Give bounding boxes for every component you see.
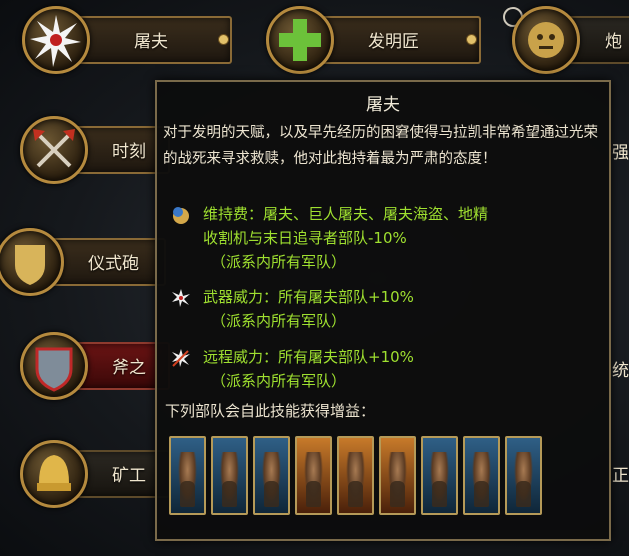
skill-butcher[interactable]: 屠夫 xyxy=(22,6,232,74)
effect-scope: （派系内所有军队） xyxy=(211,372,347,390)
effect-line: 维持费：屠夫、巨人屠夫、屠夫海盗、地精 xyxy=(203,205,489,223)
skill-label: 仪式砲 xyxy=(88,254,139,274)
unit-body xyxy=(348,481,363,507)
unit-body xyxy=(180,481,195,507)
skill-label: 炮 xyxy=(605,32,622,52)
crossed-axes-icon xyxy=(20,116,88,184)
effect-line: 武器威力：所有屠夫部队+10% xyxy=(203,288,414,306)
skill-miner[interactable]: 矿工 xyxy=(20,440,170,508)
skill-ritual[interactable]: 仪式砲 xyxy=(0,228,166,296)
partial-label: 强 xyxy=(612,143,629,163)
skill-inventor[interactable]: 发明匠 xyxy=(266,6,481,74)
unit-card[interactable] xyxy=(169,436,206,515)
unit-card[interactable] xyxy=(211,436,248,515)
skill-moment[interactable]: 时刻 xyxy=(20,116,170,184)
unit-card-list xyxy=(169,436,542,515)
ranged-strength-icon xyxy=(171,348,191,368)
effect-line: 收割机与末日追寻者部队-10% xyxy=(203,229,407,247)
unit-card[interactable] xyxy=(463,436,500,515)
unit-card[interactable] xyxy=(295,436,332,515)
unit-card[interactable] xyxy=(253,436,290,515)
skill-label: 时刻 xyxy=(112,142,146,162)
grey-shield-icon xyxy=(20,332,88,400)
skill-cannon[interactable]: 炮 xyxy=(512,6,629,74)
skill-label: 矿工 xyxy=(112,466,146,486)
green-cross-icon xyxy=(266,6,334,74)
gold-helmet-icon xyxy=(20,440,88,508)
tooltip-description: 对于发明的天赋，以及早先经历的困窘使得马拉凯非常希望通过光荣的战死来寻求救赎，他… xyxy=(163,125,598,167)
unit-body xyxy=(264,481,279,507)
unit-body xyxy=(516,481,531,507)
unit-body xyxy=(432,481,447,507)
coin-upkeep-icon xyxy=(171,205,191,225)
skill-point-dot xyxy=(218,34,229,45)
tooltip-title: 屠夫 xyxy=(366,95,400,115)
effect-line: 远程威力：所有屠夫部队+10% xyxy=(203,348,414,366)
skill-axe[interactable]: 斧之 xyxy=(20,332,170,400)
partial-label: 正 xyxy=(612,466,629,486)
unit-body xyxy=(222,481,237,507)
unit-card[interactable] xyxy=(337,436,374,515)
effect-scope: （派系内所有军队） xyxy=(211,312,347,330)
skill-label: 斧之 xyxy=(112,358,146,378)
butcher-star-icon xyxy=(22,6,90,74)
skill-tooltip: 屠夫 对于发明的天赋，以及早先经历的困窘使得马拉凯非常希望通过光荣的战死来寻求救… xyxy=(155,80,611,541)
effect-scope: （派系内所有军队） xyxy=(211,253,347,271)
skill-label: 屠夫 xyxy=(134,32,168,52)
unit-card[interactable] xyxy=(421,436,458,515)
weapon-strength-icon xyxy=(171,288,191,308)
benefiting-units-label: 下列部队会自此技能获得增益： xyxy=(165,402,376,420)
partial-label: 统 xyxy=(612,361,629,381)
skill-point-dot xyxy=(466,34,477,45)
gold-shield-icon xyxy=(0,228,64,296)
skill-label: 发明匠 xyxy=(368,32,419,52)
unit-card[interactable] xyxy=(505,436,542,515)
unit-body xyxy=(474,481,489,507)
unit-body xyxy=(306,481,321,507)
unit-card[interactable] xyxy=(379,436,416,515)
cannon-face-icon xyxy=(512,6,580,74)
unit-body xyxy=(390,481,405,507)
